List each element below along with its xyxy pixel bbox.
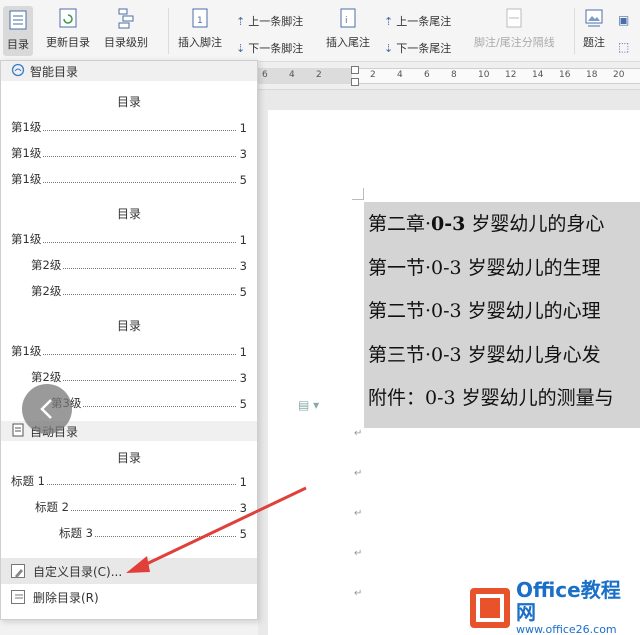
watermark-brand: Office教程网	[516, 578, 621, 624]
annotation-arrow	[126, 486, 307, 573]
app-window: 目录 更新目录 目录级别 1 插入脚注 ⇡ 上一条脚注 ⇣ 下一条脚注 i 插入…	[0, 0, 640, 635]
office-logo-icon	[470, 587, 510, 628]
watermark-url: www.office26.com	[516, 623, 617, 635]
watermark-text: Office教程网 www.office26.com	[516, 579, 640, 635]
watermark: Office教程网 www.office26.com	[470, 579, 640, 635]
